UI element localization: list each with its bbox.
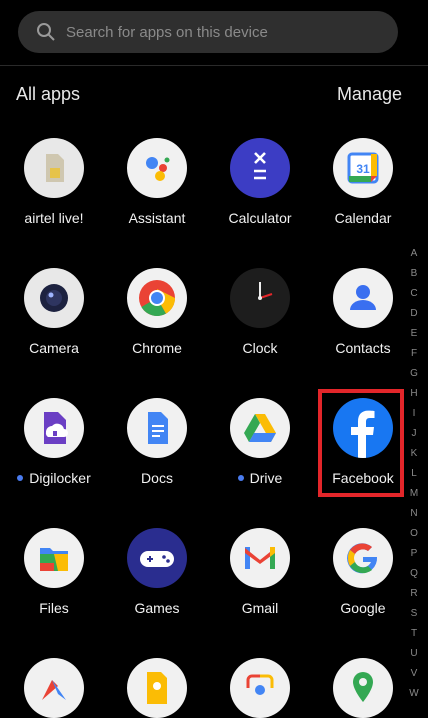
app-lens[interactable]: [210, 658, 310, 718]
alphabet-letter-l[interactable]: L: [411, 464, 417, 484]
app-files[interactable]: Files: [4, 528, 104, 616]
chrome-icon: [127, 268, 187, 328]
alphabet-letter-i[interactable]: I: [413, 404, 416, 424]
calculator-icon: [230, 138, 290, 198]
app-label: Games: [134, 600, 180, 616]
alphabet-letter-w[interactable]: W: [409, 684, 418, 704]
app-assistant[interactable]: Assistant: [107, 138, 207, 226]
app-label: Clock: [242, 340, 278, 356]
app-label: Calculator: [228, 210, 292, 226]
alphabet-letter-b[interactable]: B: [411, 264, 418, 284]
alphabet-letter-c[interactable]: C: [410, 284, 417, 304]
app-label: Chrome: [132, 340, 182, 356]
search-bar[interactable]: [18, 11, 398, 53]
calendar-icon: 31: [333, 138, 393, 198]
app-drive[interactable]: Drive: [210, 398, 310, 486]
calendar-day: 31: [356, 162, 370, 176]
gmail-icon: [230, 528, 290, 588]
camera-icon: [24, 268, 84, 328]
app-label: Digilocker: [29, 470, 91, 486]
alphabet-index[interactable]: ABCDEFGHIJKLMNOPQRSTUVW: [408, 244, 420, 704]
app-clock[interactable]: Clock: [210, 268, 310, 356]
alphabet-letter-h[interactable]: H: [410, 384, 417, 404]
header-divider: [0, 65, 428, 66]
maps-icon: [333, 658, 393, 718]
app-label: Calendar: [334, 210, 392, 226]
app-label: Files: [39, 600, 69, 616]
clock-icon: [230, 268, 290, 328]
alphabet-letter-o[interactable]: O: [410, 524, 418, 544]
alphabet-letter-g[interactable]: G: [410, 364, 418, 384]
notification-dot: [17, 475, 24, 481]
alphabet-letter-m[interactable]: M: [410, 484, 418, 504]
app-calculator[interactable]: Calculator: [210, 138, 310, 226]
alphabet-letter-r[interactable]: R: [410, 584, 417, 604]
manage-button[interactable]: Manage: [337, 84, 402, 105]
alphabet-letter-d[interactable]: D: [410, 304, 417, 324]
app-google-pay[interactable]: [4, 658, 104, 718]
app-google[interactable]: Google: [313, 528, 413, 616]
contacts-icon: [333, 268, 393, 328]
alphabet-letter-q[interactable]: Q: [410, 564, 418, 584]
app-gmail[interactable]: Gmail: [210, 528, 310, 616]
notification-dot: [237, 475, 244, 481]
alphabet-letter-n[interactable]: N: [410, 504, 417, 524]
app-label: Drive: [249, 470, 283, 486]
app-airtel-live[interactable]: airtel live!: [4, 138, 104, 226]
app-label: Assistant: [128, 210, 186, 226]
app-games[interactable]: Games: [107, 528, 207, 616]
search-icon: [37, 23, 55, 41]
app-chrome[interactable]: Chrome: [107, 268, 207, 356]
alphabet-letter-t[interactable]: T: [411, 624, 417, 644]
app-contacts[interactable]: Contacts: [313, 268, 413, 356]
app-docs[interactable]: Docs: [107, 398, 207, 486]
files-icon: [24, 528, 84, 588]
alphabet-letter-v[interactable]: V: [411, 664, 418, 684]
app-label: Contacts: [335, 340, 391, 356]
alphabet-letter-k[interactable]: K: [411, 444, 418, 464]
sim-card-icon: [24, 138, 84, 198]
app-keep-notes[interactable]: [107, 658, 207, 718]
alphabet-letter-a[interactable]: A: [411, 244, 418, 264]
app-label: Gmail: [241, 600, 279, 616]
app-label: Google: [340, 600, 386, 616]
digilocker-icon: [24, 398, 84, 458]
alphabet-letter-p[interactable]: P: [411, 544, 418, 564]
section-title: All apps: [16, 84, 81, 104]
app-label: Camera: [29, 340, 79, 356]
app-label: airtel live!: [24, 210, 84, 226]
keep-notes-icon: [127, 658, 187, 718]
gamepad-icon: [127, 528, 187, 588]
app-maps[interactable]: [313, 658, 413, 718]
search-input[interactable]: [64, 22, 368, 42]
alphabet-letter-f[interactable]: F: [411, 344, 417, 364]
google-icon: [333, 528, 393, 588]
assistant-icon: [127, 138, 187, 198]
drive-icon: [230, 398, 290, 458]
alphabet-letter-u[interactable]: U: [410, 644, 417, 664]
app-camera[interactable]: Camera: [4, 268, 104, 356]
alphabet-letter-e[interactable]: E: [411, 324, 418, 344]
alphabet-letter-s[interactable]: S: [411, 604, 418, 624]
alphabet-letter-j[interactable]: J: [412, 424, 417, 444]
app-label: Docs: [141, 470, 173, 486]
lens-icon: [230, 658, 290, 718]
app-digilocker[interactable]: Digilocker: [4, 398, 104, 486]
facebook-highlight-box: [318, 389, 404, 497]
docs-icon: [127, 398, 187, 458]
google-pay-icon: [24, 658, 84, 718]
app-calendar[interactable]: 31 Calendar: [313, 138, 413, 226]
